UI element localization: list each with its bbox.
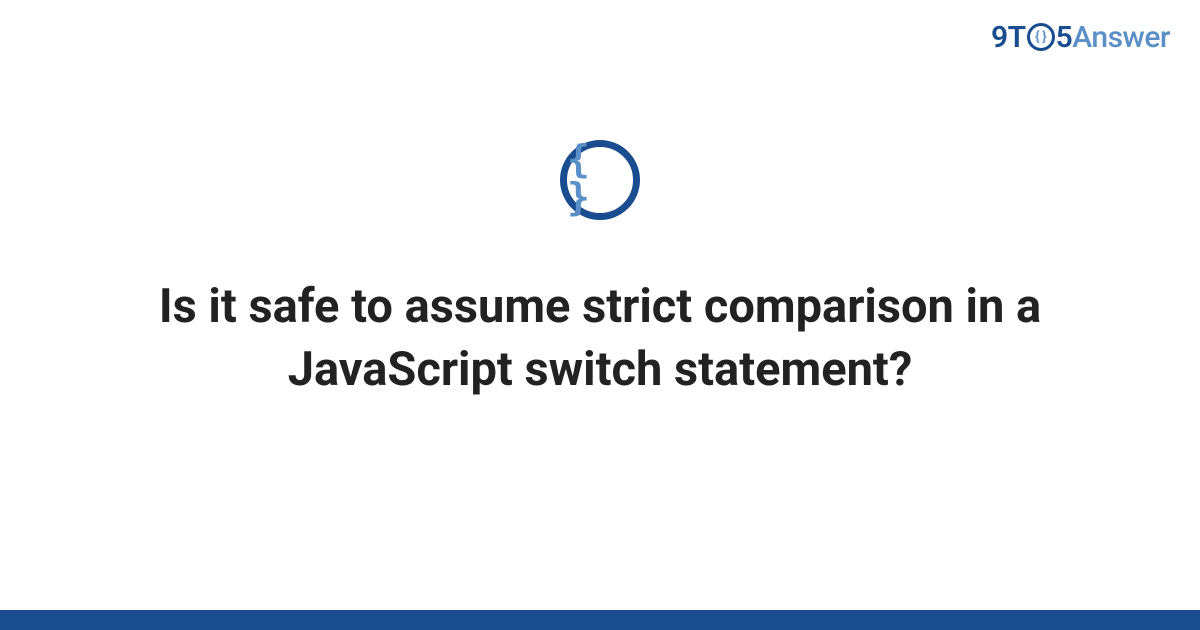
brand-text-5: 5 — [1056, 20, 1073, 55]
main-content: { } Is it safe to assume strict comparis… — [0, 140, 1200, 402]
footer-accent-bar — [0, 610, 1200, 630]
code-braces-icon: { } — [567, 140, 633, 216]
brand-logo: 9T{ }5Answer — [991, 20, 1170, 55]
brand-text-9t: 9T — [991, 20, 1026, 55]
topic-category-icon: { } — [560, 140, 640, 220]
brand-circle-icon: { } — [1027, 23, 1055, 51]
brand-header: 9T{ }5Answer — [991, 20, 1170, 55]
brand-text-answer: Answer — [1072, 20, 1170, 55]
question-title: Is it safe to assume strict comparison i… — [100, 275, 1100, 402]
